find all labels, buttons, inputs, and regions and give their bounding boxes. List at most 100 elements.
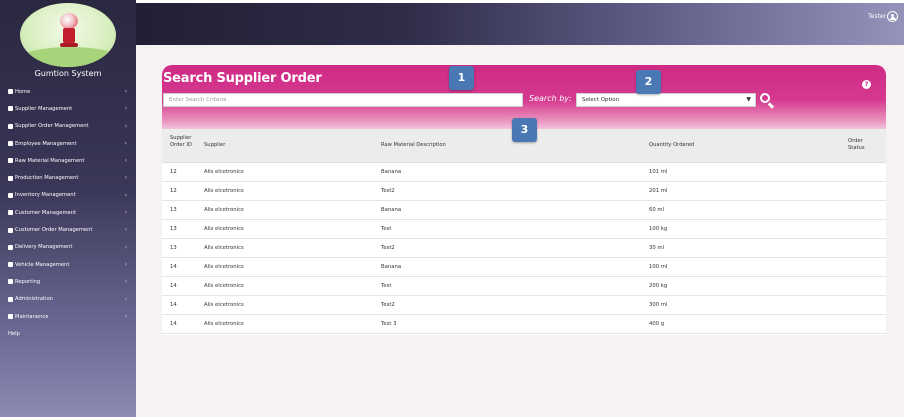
cell-raw-material: Test 3: [381, 321, 397, 327]
cart-icon: [8, 123, 13, 129]
sidebar-item-raw-material-management[interactable]: Raw Material Management ‹: [0, 152, 136, 169]
table-row[interactable]: 12 Alis elcetronics Test2 201 ml: [162, 182, 886, 201]
sidebar-item-label: Customer Management: [15, 209, 77, 216]
cell-order-id: 12: [170, 188, 177, 194]
chevron-left-icon[interactable]: ‹: [125, 174, 127, 181]
cell-quantity: 400 g: [649, 321, 665, 327]
cell-raw-material: Test: [381, 283, 392, 289]
cell-raw-material: Test2: [381, 302, 395, 308]
help-icon[interactable]: ?: [862, 80, 871, 89]
sidebar-item-maintanence[interactable]: Maintanence ‹: [0, 308, 136, 325]
table-row[interactable]: 14 Alis elcetronics Test2 300 ml: [162, 296, 886, 315]
table-row[interactable]: 14 Alis elcetronics Test 3 400 g: [162, 315, 886, 334]
sidebar-item-label: Administration: [15, 296, 53, 303]
chevron-left-icon[interactable]: ‹: [125, 140, 127, 147]
sidebar-item-employee-management[interactable]: Employee Management ‹: [0, 135, 136, 152]
sidebar-item-inventory-management[interactable]: Inventory Management ‹: [0, 187, 136, 204]
cell-raw-material: Banana: [381, 264, 402, 270]
sidebar-item-supplier-management[interactable]: Supplier Management ‹: [0, 100, 136, 117]
delivery-truck-icon: [8, 244, 13, 250]
gumball-machine-icon: [60, 13, 78, 29]
search-by-select[interactable]: Select Option ▼: [576, 93, 756, 107]
chevron-left-icon[interactable]: ‹: [125, 296, 127, 303]
chevron-left-icon[interactable]: ‹: [125, 88, 127, 95]
select-value: Select Option: [582, 97, 620, 103]
page-title: Search Supplier Order: [163, 71, 322, 86]
cell-supplier: Alis elcetronics: [204, 188, 244, 194]
badge-3: 3: [512, 118, 537, 142]
table-row[interactable]: 12 Alis elcetronics Banana 101 ml: [162, 163, 886, 182]
table-row[interactable]: 14 Alis elcetronics Test 200 kg: [162, 277, 886, 296]
sidebar-item-help[interactable]: Help: [0, 325, 136, 342]
sidebar-item-label: Supplier Order Management: [15, 123, 89, 130]
search-supplier-order-panel: Search Supplier Order Enter Search Crite…: [162, 65, 886, 335]
chevron-left-icon[interactable]: ‹: [125, 313, 127, 320]
header-order-status[interactable]: Order Status: [848, 138, 874, 152]
sidebar-item-customer-management[interactable]: Customer Management ‹: [0, 204, 136, 221]
chevron-left-icon[interactable]: ‹: [125, 157, 127, 164]
file-icon: [8, 227, 13, 233]
chevron-left-icon[interactable]: ‹: [125, 244, 127, 251]
cell-supplier: Alis elcetronics: [204, 264, 244, 270]
search-button[interactable]: [759, 92, 775, 109]
sidebar-item-label: Home: [15, 88, 31, 95]
search-by-label: Search by:: [529, 94, 572, 103]
cogs-icon: [8, 175, 13, 181]
sidebar-item-home[interactable]: Home ‹: [0, 83, 136, 100]
sidebar-item-label: Reporting: [15, 278, 41, 285]
search-input[interactable]: Enter Search Criteria: [163, 93, 523, 107]
table-row[interactable]: 13 Alis elcetronics Test2 30 ml: [162, 239, 886, 258]
user-icon[interactable]: [887, 11, 898, 22]
chevron-left-icon[interactable]: ‹: [125, 226, 127, 233]
cell-quantity: 201 ml: [649, 188, 668, 194]
table-row[interactable]: 13 Alis elcetronics Banana 60 ml: [162, 201, 886, 220]
cell-quantity: 30 ml: [649, 245, 665, 251]
chevron-left-icon[interactable]: ‹: [125, 192, 127, 199]
sidebar-item-reporting[interactable]: Reporting ‹: [0, 273, 136, 290]
cell-raw-material: Test2: [381, 188, 395, 194]
table-row[interactable]: 14 Alis elcetronics Banana 100 ml: [162, 258, 886, 277]
cell-order-id: 13: [170, 245, 177, 251]
users-icon: [8, 106, 13, 112]
cell-quantity: 60 ml: [649, 207, 665, 213]
user-menu[interactable]: Tester: [868, 11, 898, 22]
badge-2: 2: [636, 70, 661, 94]
home-icon: [8, 89, 13, 95]
sidebar-item-delivery-management[interactable]: Delivery Management ‹: [0, 239, 136, 256]
header-quantity-ordered[interactable]: Quantity Ordered: [649, 142, 694, 149]
table-row[interactable]: 13 Alis elcetronics Test 100 kg: [162, 220, 886, 239]
cell-order-id: 12: [170, 169, 177, 175]
cell-order-id: 14: [170, 264, 177, 270]
truck-icon: [8, 158, 13, 164]
id-card-icon: [8, 141, 13, 147]
sidebar-menu: Home ‹ Supplier Management ‹ Supplier Order …: [0, 83, 136, 342]
top-bar: Tester: [136, 3, 904, 45]
sidebar-item-supplier-order-management[interactable]: Supplier Order Management ‹: [0, 118, 136, 135]
header-raw-material-description[interactable]: Raw Material Description: [381, 142, 446, 149]
chevron-left-icon[interactable]: ‹: [125, 261, 127, 268]
chevron-left-icon[interactable]: ‹: [125, 123, 127, 130]
sidebar-item-label: Help: [8, 330, 20, 337]
laptop-icon: [8, 296, 13, 302]
list-icon: [8, 192, 13, 198]
cell-supplier: Alis elcetronics: [204, 245, 244, 251]
gear-icon: [8, 314, 13, 319]
user-name: Tester: [868, 13, 886, 20]
sidebar-item-label: Delivery Management: [15, 244, 73, 251]
chart-icon: [8, 279, 13, 285]
header-supplier-order-id[interactable]: Supplier Order ID: [170, 135, 196, 149]
chevron-left-icon[interactable]: ‹: [125, 209, 127, 216]
cell-supplier: Alis elcetronics: [204, 321, 244, 327]
chevron-left-icon[interactable]: ‹: [125, 278, 127, 285]
supplier-order-table: Supplier Order ID Supplier Raw Material …: [162, 129, 886, 334]
sidebar-item-administration[interactable]: Administration ‹: [0, 291, 136, 308]
sidebar-item-production-management[interactable]: Production Management ‹: [0, 169, 136, 186]
cell-raw-material: Banana: [381, 207, 402, 213]
chevron-left-icon[interactable]: ‹: [125, 105, 127, 112]
cell-quantity: 300 ml: [649, 302, 668, 308]
header-supplier[interactable]: Supplier: [204, 142, 225, 149]
cell-supplier: Alis elcetronics: [204, 302, 244, 308]
cell-quantity: 100 ml: [649, 264, 668, 270]
sidebar-item-vehicle-management[interactable]: Vehicle Management ‹: [0, 256, 136, 273]
sidebar-item-customer-order-management[interactable]: Customer Order Management ‹: [0, 221, 136, 238]
